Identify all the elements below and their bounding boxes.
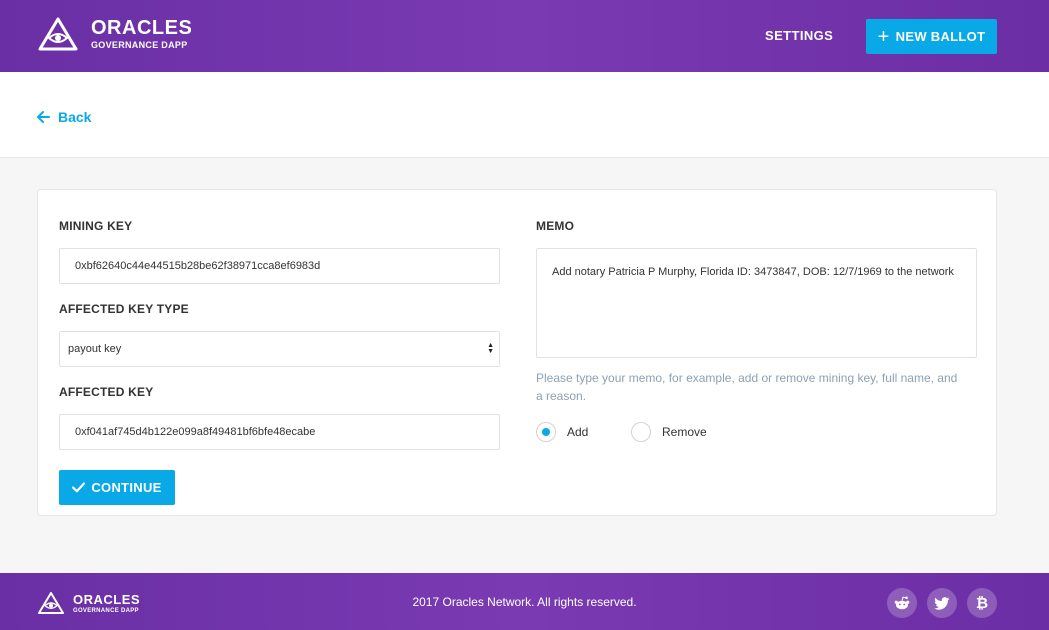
footer: ORACLES GOVERNANCE DAPP 2017 Oracles Net… (0, 573, 1049, 630)
reddit-icon[interactable] (887, 588, 917, 618)
ballot-form-card: MINING KEY 0xbf62640c44e44515b28be62f389… (37, 189, 997, 516)
affected-key-value: 0xf041af745d4b122e099a8f49481bf6bfe48eca… (75, 426, 316, 438)
radio-remove[interactable]: Remove (631, 422, 707, 442)
settings-link[interactable]: SETTINGS (765, 28, 833, 43)
select-caret-icon: ▲ ▼ (487, 342, 494, 355)
affected-key-type-label: AFFECTED KEY TYPE (59, 302, 189, 316)
mining-key-value: 0xbf62640c44e44515b28be62f38971cca8ef698… (75, 260, 321, 272)
back-link[interactable]: Back (37, 109, 91, 125)
continue-button[interactable]: CONTINUE (59, 470, 175, 505)
affected-key-type-value: payout key (68, 343, 122, 355)
new-ballot-label: NEW BALLOT (895, 29, 986, 44)
radio-remove-circle[interactable] (631, 422, 651, 442)
twitter-icon[interactable] (927, 588, 957, 618)
mining-key-input[interactable]: 0xbf62640c44e44515b28be62f38971cca8ef698… (59, 248, 500, 284)
memo-label: MEMO (536, 219, 575, 233)
affected-key-type-select[interactable]: payout key ▲ ▼ (59, 331, 500, 367)
radio-add-label: Add (567, 425, 589, 439)
logo-title: ORACLES (91, 17, 193, 39)
memo-hint: Please type your memo, for example, add … (536, 371, 958, 403)
header-logo[interactable]: ORACLES GOVERNANCE DAPP (37, 16, 192, 52)
header: ORACLES GOVERNANCE DAPP SETTINGS + NEW B… (0, 0, 1049, 72)
radio-remove-label: Remove (662, 425, 707, 439)
new-ballot-button[interactable]: + NEW BALLOT (866, 19, 997, 54)
back-bar: Back (0, 72, 1049, 158)
back-label: Back (58, 109, 92, 125)
affected-key-input[interactable]: 0xf041af745d4b122e099a8f49481bf6bfe48eca… (59, 414, 500, 450)
checkmark-icon (72, 482, 86, 493)
radio-add[interactable]: Add (536, 422, 588, 442)
eye-triangle-icon (38, 17, 78, 51)
memo-value: Add notary Patricia P Murphy, Florida ID… (552, 266, 954, 278)
radio-add-circle[interactable] (536, 422, 556, 442)
bitcoin-icon[interactable]: ₿ (967, 588, 997, 618)
continue-label: CONTINUE (91, 480, 162, 495)
arrow-left-icon (37, 111, 50, 123)
memo-textarea[interactable]: Add notary Patricia P Murphy, Florida ID… (536, 248, 977, 358)
mining-key-label: MINING KEY (59, 219, 133, 233)
logo-subtitle: GOVERNANCE DAPP (91, 40, 188, 50)
plus-icon: + (877, 25, 890, 48)
affected-key-label: AFFECTED KEY (59, 385, 154, 399)
